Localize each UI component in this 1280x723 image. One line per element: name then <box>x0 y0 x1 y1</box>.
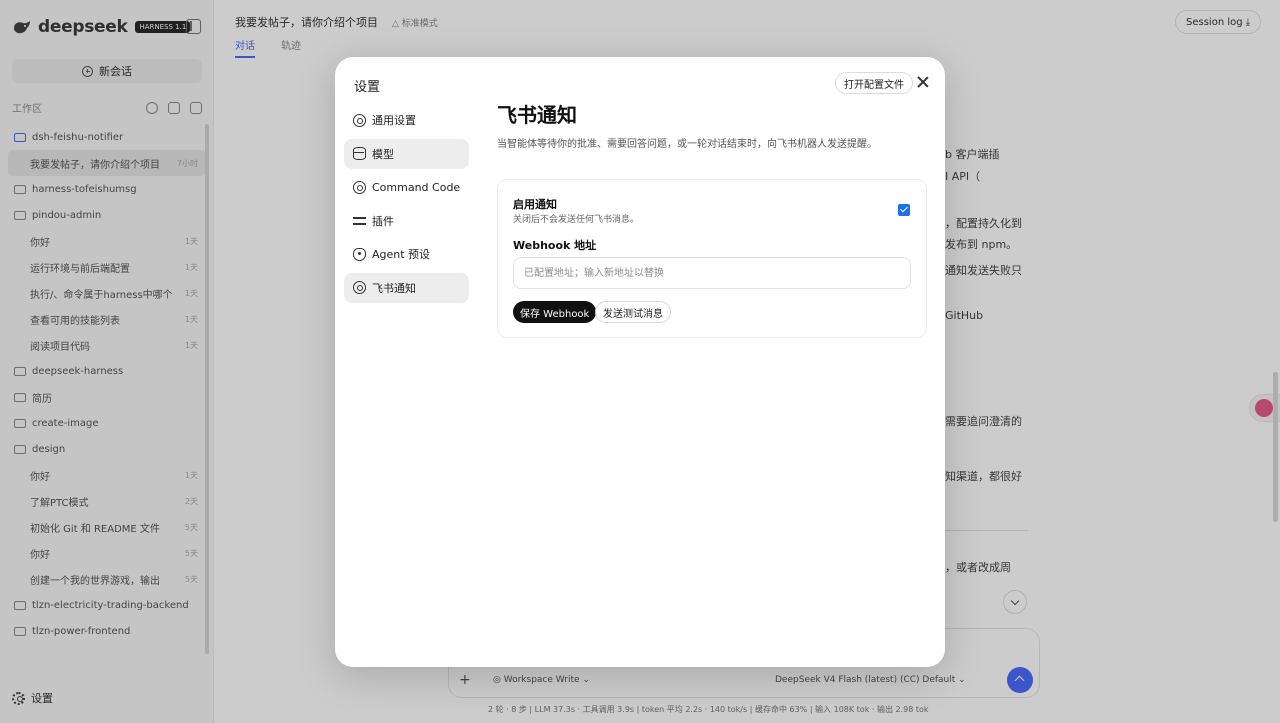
open-config-button[interactable]: 打开配置文件 <box>835 72 913 94</box>
nav-item-label: Agent 预设 <box>372 248 431 262</box>
gear-icon <box>353 180 366 194</box>
nav-item-model[interactable]: 模型 <box>344 138 469 169</box>
enable-label: 启用通知 <box>513 198 557 211</box>
nav-item-label: 飞书通知 <box>372 281 416 295</box>
nav-item-plugins[interactable]: 插件 <box>344 206 469 236</box>
sliders-icon <box>353 214 366 227</box>
close-icon[interactable] <box>915 74 931 90</box>
nav-item-general[interactable]: 通用设置 <box>344 105 469 135</box>
webhook-label: Webhook 地址 <box>513 239 597 252</box>
enable-checkbox[interactable] <box>898 204 910 216</box>
nav-item-agent-presets[interactable]: Agent 预设 <box>344 239 469 269</box>
save-webhook-button[interactable]: 保存 Webhook <box>513 301 597 323</box>
nav-item-label: 通用设置 <box>372 114 416 127</box>
dialog-title: 设置 <box>354 80 381 95</box>
send-test-button[interactable]: 发送测试消息 <box>595 301 671 323</box>
agent-icon <box>353 247 366 261</box>
settings-nav: 通用设置 模型 Command Code 插件 Agent 预设 飞书通知 <box>344 105 469 307</box>
gear-icon <box>353 281 366 295</box>
gear-icon <box>353 113 366 127</box>
webhook-input[interactable] <box>513 257 911 289</box>
nav-item-label: 插件 <box>372 214 394 228</box>
nav-item-feishu[interactable]: 飞书通知 <box>344 272 469 303</box>
nav-item-label: Command Code <box>372 180 461 194</box>
panel-title: 飞书通知 <box>497 103 577 127</box>
nav-item-label: 模型 <box>372 147 394 161</box>
feishu-settings-card: 启用通知 关闭后不会发送任何飞书消息。 Webhook 地址 保存 Webhoo… <box>497 179 927 338</box>
panel-description: 当智能体等待你的批准、需要回答问题，或一轮对话结束时，向飞书机器人发送提醒。 <box>497 139 877 150</box>
settings-dialog: 设置 通用设置 模型 Command Code 插件 Agent 预设 飞书通知… <box>335 57 945 667</box>
nav-item-command-code[interactable]: Command Code <box>344 172 469 202</box>
database-icon <box>353 147 366 161</box>
enable-hint: 关闭后不会发送任何飞书消息。 <box>513 215 640 225</box>
